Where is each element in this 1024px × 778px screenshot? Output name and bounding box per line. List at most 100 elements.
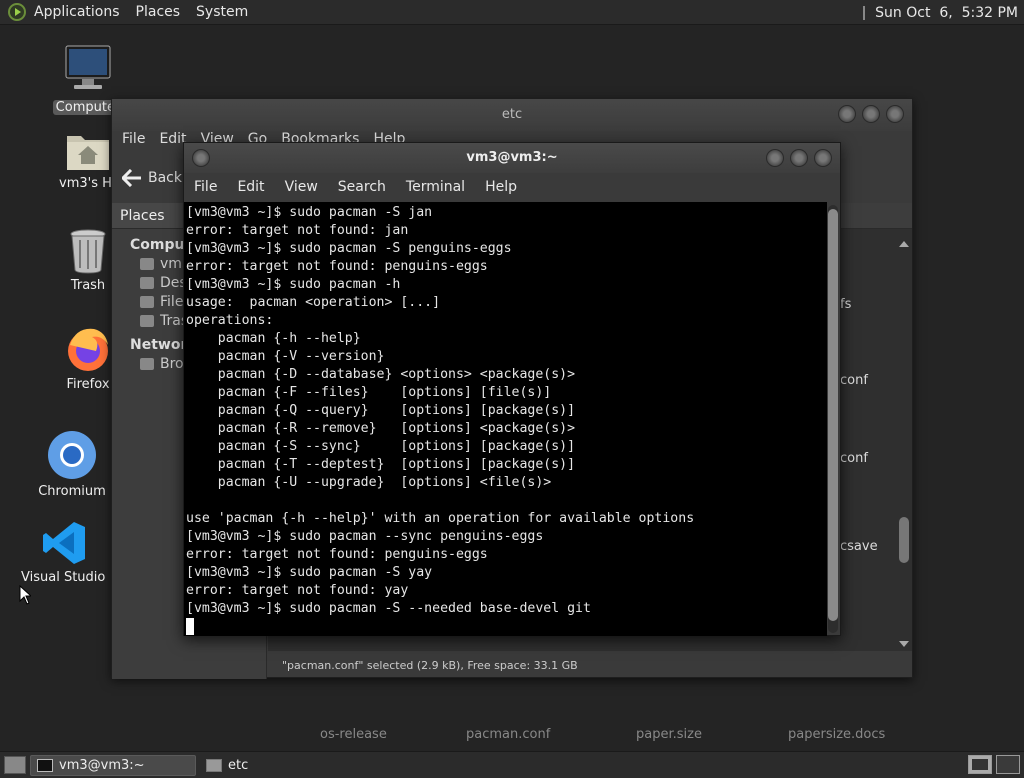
terminal-line: pacman {-S --sync} [options] [package(s)…: [186, 439, 576, 454]
menu-applications[interactable]: Applications: [26, 4, 128, 20]
menu-file[interactable]: File: [122, 131, 145, 153]
home-icon: [140, 258, 154, 270]
back-arrow-icon: [122, 169, 141, 187]
file-item[interactable]: fs: [840, 297, 851, 312]
computer-icon: [64, 44, 112, 96]
terminal-line: pacman {-V --version}: [186, 349, 385, 364]
terminal-titlebar[interactable]: vm3@vm3:~: [184, 143, 840, 173]
firefox-icon: [64, 325, 112, 373]
terminal-line: [vm3@vm3 ~]$ sudo pacman --sync penguins…: [186, 529, 544, 544]
file-item[interactable]: conf: [840, 373, 868, 388]
workspace-switcher[interactable]: [968, 755, 1020, 774]
terminal-menubar: File Edit View Search Terminal Help: [184, 173, 840, 201]
panel-separator: [863, 5, 866, 20]
mouse-pointer-icon: [19, 585, 31, 605]
trash-small-icon: [140, 315, 154, 327]
terminal-line: error: target not found: penguins-eggs: [186, 259, 488, 274]
file-item[interactable]: conf: [840, 451, 868, 466]
window-menu-button[interactable]: [192, 149, 210, 167]
terminal-window[interactable]: vm3@vm3:~ File Edit View Search Terminal…: [183, 142, 841, 636]
close-button[interactable]: [814, 149, 832, 167]
terminal-line: [vm3@vm3 ~]$ sudo pacman -S penguins-egg…: [186, 241, 512, 256]
minimize-button[interactable]: [838, 105, 856, 123]
terminal-line: operations:: [186, 313, 274, 328]
bottom-panel: vm3@vm3:~ etc: [0, 751, 1024, 778]
maximize-button[interactable]: [862, 105, 880, 123]
file-item[interactable]: papersize.docs: [788, 727, 885, 742]
close-button[interactable]: [886, 105, 904, 123]
menu-terminal[interactable]: Terminal: [406, 179, 465, 195]
terminal-cursor: [186, 618, 194, 635]
terminal-line: error: target not found: jan: [186, 223, 409, 238]
status-bar: "pacman.conf" selected (2.9 kB), Free sp…: [268, 655, 912, 677]
terminal-line: error: target not found: penguins-eggs: [186, 547, 488, 562]
terminal-line: usage: pacman <operation> [...]: [186, 295, 441, 310]
drive-icon: [140, 296, 154, 308]
file-item[interactable]: os-release: [320, 727, 387, 742]
folder-icon: [206, 758, 222, 772]
file-manager-titlebar[interactable]: etc: [112, 99, 912, 131]
taskbar-item-terminal[interactable]: vm3@vm3:~: [30, 754, 196, 776]
terminal-screen[interactable]: [vm3@vm3 ~]$ sudo pacman -S jan error: ta…: [184, 202, 827, 636]
network-icon: [140, 358, 154, 370]
desktop-icon-vscode[interactable]: Visual Studio Code: [16, 520, 112, 589]
workspace-1[interactable]: [968, 755, 992, 774]
desktop-icon-label: Trash: [70, 278, 106, 293]
terminal-title: vm3@vm3:~: [466, 150, 558, 165]
terminal-line: pacman {-R --remove} [options] <package(…: [186, 421, 576, 436]
trash-icon: [68, 228, 108, 274]
terminal-line: pacman {-U --upgrade} [options] <file(s)…: [186, 475, 552, 490]
terminal-line: [vm3@vm3 ~]$ sudo pacman -h: [186, 277, 401, 292]
terminal-line: [vm3@vm3 ~]$ sudo pacman -S jan: [186, 205, 433, 220]
back-button[interactable]: Back: [122, 169, 182, 187]
clock-text: Sun Oct 6, 5:32 PM: [875, 4, 1018, 21]
terminal-scrollbar[interactable]: [828, 205, 838, 633]
menu-search[interactable]: Search: [338, 179, 386, 195]
terminal-line: [vm3@vm3 ~]$ sudo pacman -S --needed bas…: [186, 601, 591, 616]
chromium-icon: [47, 430, 97, 480]
menu-file[interactable]: File: [194, 179, 217, 195]
minimize-button[interactable]: [766, 149, 784, 167]
terminal-output: [vm3@vm3 ~]$ sudo pacman -S jan error: ta…: [184, 202, 827, 636]
home-folder-icon: [65, 128, 111, 172]
vscode-icon: [41, 520, 87, 566]
workspace-2[interactable]: [996, 755, 1020, 774]
desktop-icon-label: Firefox: [66, 377, 110, 392]
file-manager-title: etc: [501, 107, 523, 122]
terminal-icon: [37, 758, 53, 772]
menu-edit[interactable]: Edit: [237, 179, 264, 195]
scroll-up-icon[interactable]: [899, 241, 909, 247]
terminal-line: use 'pacman {-h --help}' with an operati…: [186, 511, 695, 526]
menu-places[interactable]: Places: [128, 4, 189, 20]
file-item[interactable]: csave: [840, 539, 878, 554]
distro-logo-icon[interactable]: [8, 3, 26, 21]
file-view-scrollbar[interactable]: [898, 233, 910, 647]
taskbar-item-file-manager[interactable]: etc: [200, 755, 254, 776]
scrollbar-thumb[interactable]: [899, 517, 909, 563]
scrollbar-thumb[interactable]: [828, 209, 838, 621]
taskbar-item-label: vm3@vm3:~: [59, 757, 145, 773]
file-item-selected[interactable]: pacman.conf: [466, 727, 550, 742]
back-label: Back: [148, 170, 182, 186]
top-panel: Applications Places System Sun Oct 6, 5:…: [0, 0, 1024, 25]
scroll-down-icon[interactable]: [899, 641, 909, 647]
terminal-line: pacman {-D --database} <options> <packag…: [186, 367, 576, 382]
desktop-icon: [140, 277, 154, 289]
terminal-line: pacman {-Q --query} [options] [package(s…: [186, 403, 576, 418]
show-desktop-icon[interactable]: [4, 756, 26, 774]
menu-view[interactable]: View: [285, 179, 318, 195]
file-item[interactable]: paper.size: [636, 727, 702, 742]
menu-help[interactable]: Help: [485, 179, 517, 195]
desktop-icon-label: Visual Studio Code: [21, 570, 110, 585]
menu-system[interactable]: System: [188, 4, 256, 20]
taskbar-item-label: etc: [228, 757, 249, 773]
terminal-line: pacman {-h --help}: [186, 331, 361, 346]
desktop-icon-chromium[interactable]: Chromium: [24, 430, 120, 499]
maximize-button[interactable]: [790, 149, 808, 167]
terminal-line: [vm3@vm3 ~]$ sudo pacman -S yay: [186, 565, 433, 580]
terminal-prompt-line: [186, 618, 827, 636]
clock[interactable]: Sun Oct 6, 5:32 PM: [863, 0, 1018, 25]
terminal-line: pacman {-T --deptest} [options] [package…: [186, 457, 576, 472]
terminal-line: error: target not found: yay: [186, 583, 409, 598]
